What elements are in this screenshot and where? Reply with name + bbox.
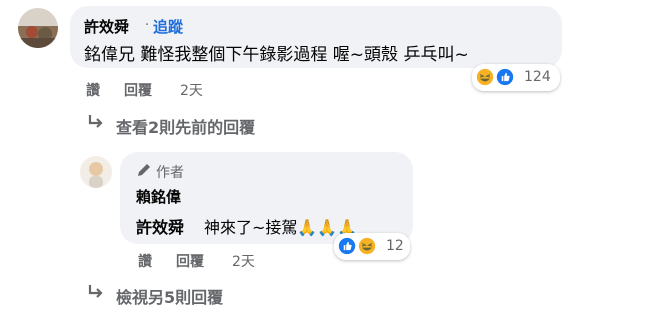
reply-button[interactable]: 回覆 bbox=[176, 251, 204, 271]
follow-button[interactable]: 追蹤 bbox=[153, 16, 183, 37]
haha-icon bbox=[474, 66, 496, 92]
reaction-count: 12 bbox=[386, 238, 404, 254]
author-badge: 作者 bbox=[156, 165, 184, 181]
like-button[interactable]: 讚 bbox=[86, 80, 100, 100]
reply-author-avatar[interactable] bbox=[80, 156, 112, 188]
like-icon bbox=[494, 66, 516, 92]
like-button[interactable]: 讚 bbox=[138, 251, 152, 271]
comment-author[interactable]: 許效舜 bbox=[84, 16, 129, 37]
view-more-replies-link[interactable]: 檢視另5則回覆 bbox=[116, 284, 223, 308]
reaction-summary[interactable]: 124 bbox=[472, 64, 560, 91]
timestamp[interactable]: 2天 bbox=[232, 251, 255, 271]
reaction-count: 124 bbox=[524, 69, 551, 85]
reply-arrow-icon bbox=[86, 282, 106, 306]
view-previous-replies-link[interactable]: 查看2則先前的回覆 bbox=[116, 114, 255, 138]
separator-dot: · bbox=[145, 18, 150, 33]
mention-tag[interactable]: 許效舜 bbox=[136, 214, 184, 238]
comment-text: 銘偉兄 難怪我整個下午錄影過程 喔~頭殼 乒乓叫~ bbox=[84, 45, 469, 65]
reply-author[interactable]: 賴銘偉 bbox=[136, 186, 181, 207]
haha-icon bbox=[356, 235, 378, 261]
commenter-avatar[interactable] bbox=[18, 8, 58, 48]
reply-text: 神來了~接駕🙏🙏🙏 bbox=[204, 218, 358, 237]
reply-button[interactable]: 回覆 bbox=[124, 80, 152, 100]
timestamp[interactable]: 2天 bbox=[180, 80, 203, 100]
reaction-summary[interactable]: 12 bbox=[334, 233, 410, 260]
pencil-icon bbox=[136, 162, 152, 182]
like-icon bbox=[336, 235, 358, 261]
reply-arrow-icon bbox=[86, 112, 106, 136]
